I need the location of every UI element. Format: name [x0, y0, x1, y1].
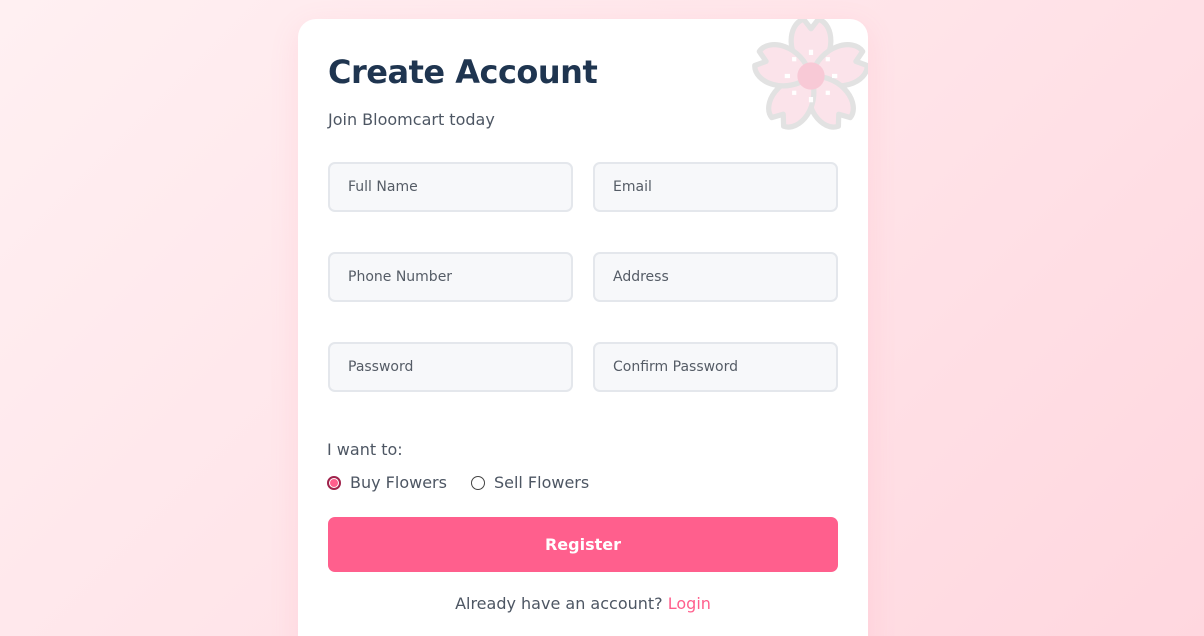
page-subtitle: Join Bloomcart today [328, 110, 495, 129]
buy-flowers-option[interactable]: Buy Flowers [327, 473, 447, 492]
register-button[interactable]: Register [328, 517, 838, 572]
page-title: Create Account [328, 53, 598, 91]
buy-flowers-radio[interactable] [327, 475, 341, 490]
login-link[interactable]: Login [668, 594, 711, 613]
sell-flowers-radio[interactable] [470, 475, 485, 490]
confirm-password-input[interactable] [593, 342, 838, 392]
login-prompt: Already have an account? Login [298, 594, 868, 613]
role-label: I want to: [327, 440, 403, 459]
sell-flowers-option[interactable]: Sell Flowers [470, 473, 589, 492]
login-prompt-text: Already have an account? [455, 594, 663, 613]
password-input[interactable] [328, 342, 573, 392]
email-input[interactable] [593, 162, 838, 212]
full-name-input[interactable] [328, 162, 573, 212]
address-input[interactable] [593, 252, 838, 302]
role-radio-group: Buy Flowers Sell Flowers [327, 473, 613, 492]
buy-flowers-label[interactable]: Buy Flowers [350, 473, 447, 492]
register-card: Create Account Join Bloomcart today I wa… [298, 19, 868, 636]
cherry-blossom-icon [752, 19, 868, 130]
sell-flowers-label[interactable]: Sell Flowers [494, 473, 589, 492]
phone-number-input[interactable] [328, 252, 573, 302]
